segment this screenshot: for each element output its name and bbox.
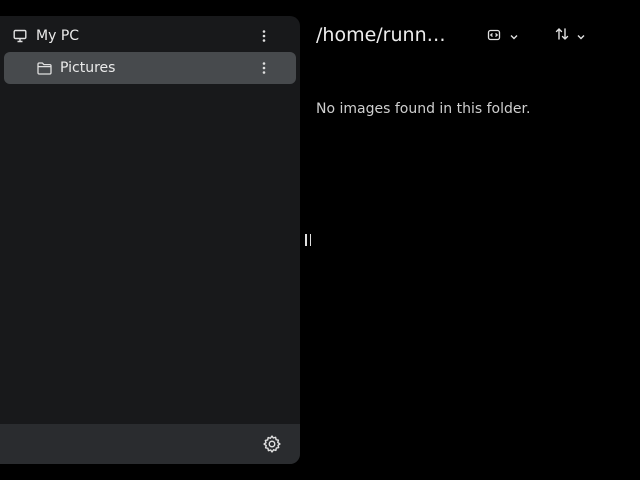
chevron-down-icon bbox=[509, 27, 519, 46]
sort-icon bbox=[554, 26, 570, 46]
gear-icon[interactable] bbox=[262, 434, 282, 454]
more-options-icon[interactable] bbox=[252, 24, 276, 48]
sidebar-footer bbox=[0, 424, 300, 464]
sidebar-item-label: My PC bbox=[36, 28, 80, 44]
chevron-down-icon bbox=[576, 27, 586, 46]
panel-resize-handle[interactable] bbox=[305, 234, 311, 246]
folder-icon bbox=[36, 60, 52, 76]
view-mode-icon bbox=[487, 27, 501, 46]
sidebar-item-label: Pictures bbox=[60, 60, 116, 76]
sidebar-item-my-pc[interactable]: My PC bbox=[4, 20, 296, 52]
sidebar: My PC Pictures bbox=[0, 16, 300, 464]
sidebar-item-pictures[interactable]: Pictures bbox=[4, 52, 296, 84]
sort-button[interactable] bbox=[554, 24, 586, 48]
more-options-icon[interactable] bbox=[252, 56, 276, 80]
app-window: My PC Pictures /home/runn… No images fou… bbox=[0, 0, 640, 480]
folder-path-title: /home/runn… bbox=[316, 24, 446, 46]
view-mode-button[interactable] bbox=[487, 24, 519, 48]
monitor-icon bbox=[12, 28, 28, 44]
empty-state-message: No images found in this folder. bbox=[316, 101, 531, 117]
